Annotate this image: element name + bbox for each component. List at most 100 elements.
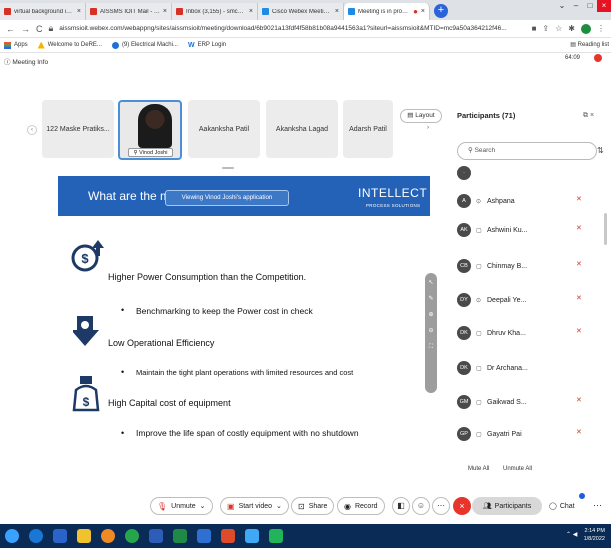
unmute-all-button[interactable]: Unmute All	[503, 466, 532, 472]
forward-icon[interactable]: →	[21, 24, 30, 34]
panel-controls: ⧉ ×	[583, 112, 594, 120]
close-icon: ×	[459, 501, 465, 511]
browser-tab-active[interactable]: Meeting is in progress.●×	[344, 3, 430, 20]
browser-tab[interactable]: Inbox (3,155) - smcsmchaudha×	[172, 3, 258, 20]
back-icon[interactable]: ←	[6, 24, 15, 34]
zoom-out-icon[interactable]: ⊖	[425, 325, 437, 337]
reading-list[interactable]: ▤ Reading list	[570, 41, 609, 48]
participant-row[interactable]: CB ▢ Chinmay B... ✕	[457, 256, 607, 276]
company-logo: INTELLECT	[358, 186, 428, 200]
browser-menu-icon[interactable]: ⋮	[597, 24, 605, 33]
muted-mic-icon: ✕	[576, 225, 582, 232]
chat-button[interactable]: ◯ Chat	[545, 497, 579, 515]
close-tab-icon[interactable]: ×	[421, 8, 425, 15]
noise-removal-button[interactable]: ◧	[392, 497, 410, 515]
close-window-icon[interactable]: ×	[597, 0, 611, 12]
meeting-timer: 64:09	[565, 55, 581, 61]
extensions-icon[interactable]: ✱	[568, 24, 575, 33]
close-tab-icon[interactable]: ×	[163, 8, 167, 15]
more-icon[interactable]: ⋯	[593, 500, 602, 511]
video-thumbnail[interactable]: Adarsh Patil	[343, 100, 393, 158]
popout-icon[interactable]: ⧉	[583, 112, 588, 119]
minimize-icon[interactable]: –	[569, 0, 583, 12]
pointer-icon[interactable]: ↖	[425, 277, 437, 289]
start-button[interactable]	[0, 524, 24, 548]
taskbar-app[interactable]	[240, 524, 264, 548]
camera-blocked-icon[interactable]: ■	[532, 24, 537, 33]
fullscreen-icon[interactable]: ⛶	[425, 341, 437, 353]
layout-button[interactable]: ▤ Layout	[400, 109, 442, 123]
volume-icon: ◀︎	[572, 532, 578, 538]
slide-point: High Capital cost of equipment	[108, 398, 231, 408]
pen-icon[interactable]: ✎	[425, 293, 437, 305]
chevron-down-icon[interactable]: ⌄	[555, 0, 569, 12]
share-page-icon[interactable]: ⇪	[542, 24, 549, 33]
participant-row[interactable]: GM ▢ Gaikwad S... ✕	[457, 392, 607, 412]
start-video-button[interactable]: ▣ Start video ⌄	[220, 497, 289, 515]
taskbar-app[interactable]	[216, 524, 240, 548]
video-thumbnail[interactable]: Aakanksha Patil	[188, 100, 260, 158]
close-panel-icon[interactable]: ×	[590, 112, 594, 119]
sort-icon[interactable]: ⇅	[597, 146, 604, 155]
new-tab-button[interactable]: +	[434, 4, 448, 18]
app-icon	[53, 529, 67, 543]
bookmark-dere[interactable]: Welcome to DeRE...	[37, 41, 102, 49]
chevron-down-icon[interactable]: ⌄	[276, 502, 282, 510]
system-tray[interactable]: ⌃ ◀︎	[566, 531, 577, 538]
leave-meeting-button[interactable]: ×	[453, 497, 471, 515]
bookmark-erp[interactable]: W ERP Login	[188, 42, 226, 49]
taskbar-app[interactable]	[144, 524, 168, 548]
taskbar-app[interactable]	[168, 524, 192, 548]
zoom-in-icon[interactable]: ⊕	[425, 309, 437, 321]
record-button[interactable]: ◉ Record	[337, 497, 385, 515]
thumbnail-next-icon[interactable]: ›	[427, 125, 429, 131]
taskbar-app[interactable]	[264, 524, 288, 548]
video-thumbnail[interactable]: 122 Maske Pratiks...	[42, 100, 114, 158]
participant-row[interactable]: GP ▢ Gayatri Pai ✕	[457, 424, 607, 444]
participant-row[interactable]: AK ▢ Ashwini Ku... ✕	[457, 220, 607, 240]
drive-icon	[37, 41, 45, 49]
meeting-info-link[interactable]: ⓘ Meeting Info	[4, 56, 48, 66]
resize-handle[interactable]	[222, 167, 234, 169]
participant-row[interactable]: A ⊙ Ashpana ✕	[457, 191, 607, 211]
url-field[interactable]: aissmsioit.webex.com/webappng/sites/aiss…	[59, 22, 525, 36]
browser-tab[interactable]: Cisco Webex Meetings - Home×	[258, 3, 344, 20]
taskbar-app[interactable]	[96, 524, 120, 548]
unmute-button[interactable]: 🎙︎ Unmute ⌄	[150, 497, 213, 515]
participant-search-input[interactable]: ⚲ Search	[457, 142, 597, 160]
bookmark-electrical[interactable]: (9) Electrical Machi...	[111, 41, 178, 49]
browser-tab[interactable]: virtual background images - x×	[0, 3, 86, 20]
taskbar-app[interactable]	[24, 524, 48, 548]
w-icon: W	[187, 41, 195, 49]
reload-icon[interactable]: C	[36, 24, 43, 34]
profile-avatar[interactable]	[581, 23, 591, 34]
gmail-icon	[90, 8, 97, 15]
lock-icon: 🔒︎	[48, 23, 54, 33]
share-button[interactable]: ⊡ Share	[291, 497, 335, 515]
taskbar-app[interactable]	[72, 524, 96, 548]
taskbar-app[interactable]	[120, 524, 144, 548]
video-thumbnail[interactable]: Akanksha Lagad	[266, 100, 338, 158]
maximize-icon[interactable]: □	[583, 0, 597, 12]
close-tab-icon[interactable]: ×	[335, 8, 339, 15]
participant-row[interactable]: DK ▢ Dr Archana...	[457, 358, 607, 378]
reactions-button[interactable]: ☺	[412, 497, 430, 515]
participants-button[interactable]: 👥︎ Participants	[472, 497, 542, 515]
participant-row[interactable]: DY ⊙ Deepali Ye... ✕	[457, 290, 607, 310]
browser-tab[interactable]: AISSMS IOIT Mail - O&M offic×	[86, 3, 172, 20]
mute-all-button[interactable]: Mute All	[468, 466, 489, 472]
participant-row[interactable]: DK ▢ Dhruv Kha... ✕	[457, 323, 607, 343]
taskbar-clock[interactable]: 2:14 PM 1/8/2022	[584, 527, 605, 543]
chevron-down-icon[interactable]: ⌄	[200, 502, 206, 510]
taskbar-app[interactable]	[192, 524, 216, 548]
participants-title: Participants (71)	[457, 111, 516, 120]
close-tab-icon[interactable]: ×	[77, 8, 81, 15]
close-tab-icon[interactable]: ×	[249, 8, 253, 15]
browser-tab-strip: virtual background images - x× AISSMS IO…	[0, 0, 611, 20]
taskbar-app[interactable]	[48, 524, 72, 548]
participant-row[interactable]: ·	[457, 163, 607, 183]
bookmark-star-icon[interactable]: ☆	[555, 24, 562, 33]
company-logo-tagline: PROCESS SOLUTIONS	[366, 203, 421, 208]
bookmark-apps[interactable]: Apps	[4, 41, 28, 49]
more-options-button[interactable]: ⋯	[432, 497, 450, 515]
